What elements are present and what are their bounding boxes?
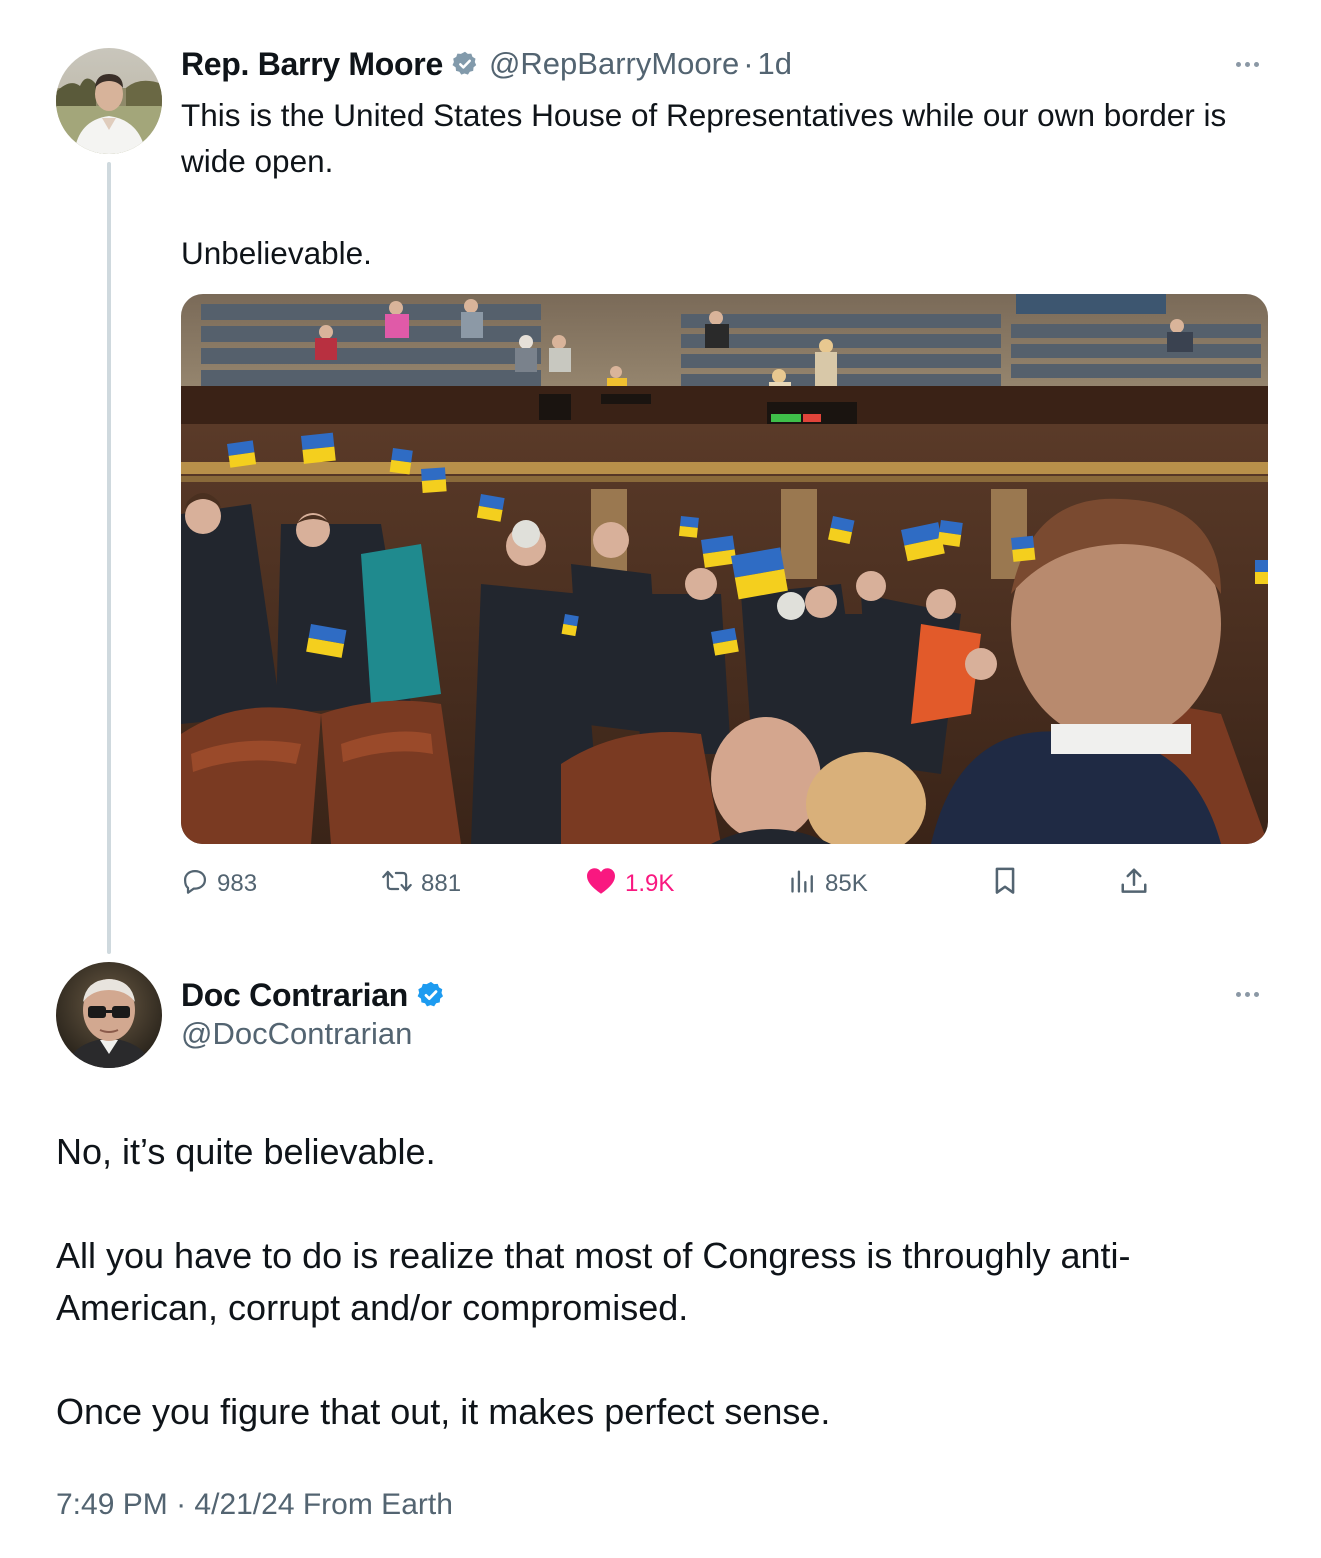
reply-tweet-text: No, it’s quite believable. All you have … [56,1126,1256,1438]
reply-paragraph: No, it’s quite believable. [56,1131,436,1172]
separator-dot: · [176,1488,187,1521]
more-icon[interactable] [1236,992,1259,997]
tweet-thread: Rep. Barry Moore @RepBarryMoore · 1d Thi… [0,0,1321,1558]
share-button[interactable] [1119,862,1149,906]
reply-paragraph: Once you figure that out, it makes perfe… [56,1391,831,1432]
like-button[interactable]: 1.9K [585,862,674,906]
tweet-media-photo[interactable] [181,294,1268,844]
verified-badge-icon[interactable] [451,50,479,78]
author-handle[interactable]: @RepBarryMoore [489,46,739,82]
parent-tweet-header: Rep. Barry Moore @RepBarryMoore · 1d [181,40,792,88]
share-icon [1119,866,1149,903]
tweet-text-line: Unbelievable. [181,235,372,271]
bookmark-button[interactable] [991,862,1019,906]
views-button[interactable]: 85K [789,862,868,906]
timestamp-time[interactable]: 7:49 PM [56,1488,168,1521]
repost-button[interactable]: 881 [381,862,461,906]
avatar-doc-contrarian[interactable] [56,962,162,1068]
tweet-timestamp-row: 7:49 PM · 4/21/24 From Earth [56,1488,453,1522]
views-count: 85K [825,870,868,897]
reply-paragraph: All you have to do is realize that most … [56,1235,1131,1328]
bookmark-icon [991,866,1019,903]
repost-icon [381,867,413,902]
tweet-text-line: This is the United States House of Repre… [181,97,1227,179]
more-icon[interactable] [1236,62,1259,67]
reply-count: 983 [217,870,258,897]
views-icon [789,867,817,902]
tweet-action-bar: 983 881 1.9K 85K [181,862,1181,906]
author-name[interactable]: Doc Contrarian [181,977,408,1014]
tweet-time[interactable]: 1d [758,46,792,82]
timestamp-date[interactable]: 4/21/24 [194,1488,294,1521]
separator-dot: · [743,46,754,81]
reply-button[interactable]: 983 [181,862,257,906]
reply-tweet-header: Doc Contrarian [181,972,446,1018]
avatar-rep-barry-moore[interactable] [56,48,162,154]
like-count: 1.9K [625,870,675,897]
verified-badge-icon[interactable] [416,980,446,1010]
post-source: From Earth [302,1488,453,1521]
author-handle[interactable]: @DocContrarian [181,1016,412,1052]
reply-icon [181,867,209,902]
author-name[interactable]: Rep. Barry Moore [181,46,443,83]
repost-count: 881 [421,870,462,897]
like-heart-icon [585,867,617,902]
parent-tweet-text: This is the United States House of Repre… [181,92,1261,276]
thread-connector-line [107,162,111,954]
